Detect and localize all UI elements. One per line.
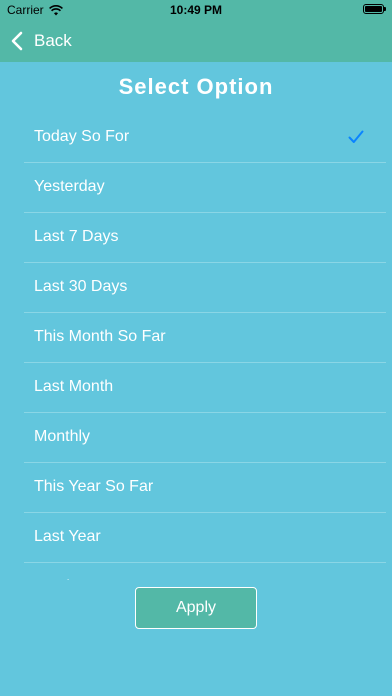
option-label: Today So For: [34, 128, 130, 145]
status-bar: Carrier 10:49 PM: [0, 0, 392, 20]
option-label: Last 7 Days: [34, 228, 119, 245]
page-title: Select Option: [118, 74, 274, 99]
option-row[interactable]: This Year So Far: [24, 463, 386, 513]
back-button-label: Back: [34, 31, 72, 50]
option-row[interactable]: Last 30 Days: [24, 263, 386, 313]
option-label: Monthly: [34, 428, 91, 445]
option-row[interactable]: Monthly: [24, 413, 386, 463]
checkmark-icon: [348, 130, 364, 143]
option-label: Yesterday: [34, 178, 105, 195]
option-row[interactable]: Today So For: [24, 113, 386, 163]
option-label: Last 30 Days: [34, 278, 128, 295]
option-row[interactable]: This Month So Far: [24, 313, 386, 363]
navigation-bar: Back: [0, 20, 392, 62]
option-row[interactable]: Last 7 Days: [24, 213, 386, 263]
option-list[interactable]: Today So For Yesterday Last 7 Days Last 30 …: [24, 113, 386, 580]
battery-full-icon: [363, 4, 386, 14]
back-button[interactable]: Back: [10, 28, 72, 54]
status-time: 10:49 PM: [169, 3, 223, 17]
option-label: Last Month: [34, 378, 114, 395]
apply-button[interactable]: Apply: [135, 587, 257, 629]
option-label: Yearly: [34, 578, 78, 580]
option-row[interactable]: Yesterday: [24, 163, 386, 213]
option-label: This Month So Far: [34, 328, 166, 345]
option-label: Last Year: [34, 528, 101, 545]
option-label: This Year So Far: [34, 478, 154, 495]
option-row[interactable]: Last Month: [24, 363, 386, 413]
option-row[interactable]: Yearly: [24, 563, 386, 580]
option-row[interactable]: Last Year: [24, 513, 386, 563]
chevron-left-icon: [11, 31, 23, 51]
